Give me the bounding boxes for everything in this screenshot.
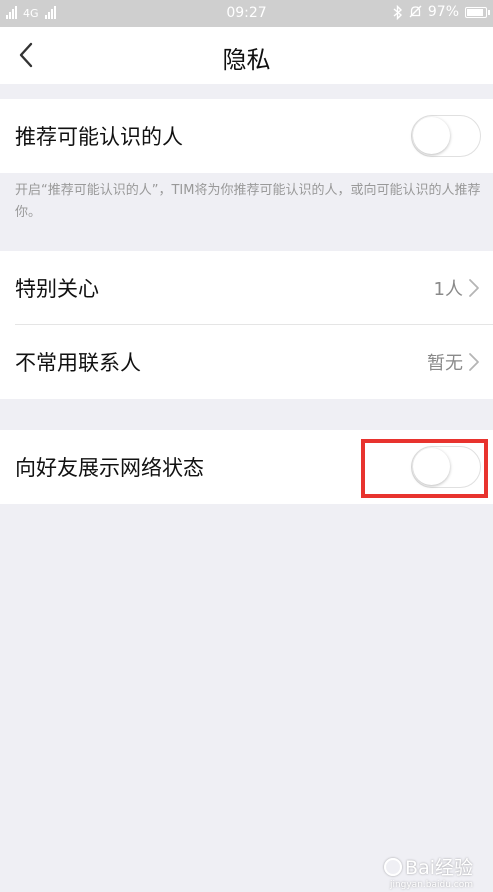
bluetooth-icon	[393, 4, 402, 20]
battery-percent: 97%	[427, 4, 459, 20]
back-button[interactable]	[8, 37, 44, 73]
network-status-group: 向好友展示网络状态	[0, 430, 493, 504]
page-title: 隐私	[222, 46, 271, 74]
contacts-group: 特别关心 1人 不常用联系人 暂无	[0, 251, 493, 399]
recommend-toggle[interactable]	[411, 115, 481, 157]
special-care-label: 特别关心	[15, 277, 99, 301]
nav-bar: 隐私	[0, 27, 493, 84]
chevron-right-icon	[469, 353, 479, 371]
network-status-row: 向好友展示网络状态	[0, 430, 493, 504]
recommend-hint: 开启“推荐可能认识的人”，TIM将为你推荐可能认识的人，或向可能认识的人推荐你。	[15, 183, 481, 220]
chevron-right-icon	[469, 279, 479, 297]
recommend-row: 推荐可能认识的人	[0, 99, 493, 173]
recommend-group: 推荐可能认识的人	[0, 99, 493, 173]
network-status-label: 向好友展示网络状态	[15, 456, 204, 480]
network-status-toggle[interactable]	[411, 446, 481, 488]
infrequent-contacts-value: 暂无	[427, 353, 463, 374]
special-care-row[interactable]: 特别关心 1人	[0, 251, 493, 325]
status-bar: 4G 09:27 97%	[0, 0, 493, 27]
status-right: 97%	[393, 4, 490, 20]
watermark-text: Bai经验	[405, 857, 473, 879]
toggle-knob	[413, 117, 450, 154]
chevron-left-icon	[19, 42, 33, 68]
mute-icon	[409, 5, 422, 18]
toggle-knob	[413, 448, 450, 485]
infrequent-contacts-row[interactable]: 不常用联系人 暂无	[0, 325, 493, 399]
battery-icon	[465, 6, 490, 18]
baidu-paw-icon	[384, 857, 403, 876]
watermark-sub: jingyan.baidu.com	[389, 880, 473, 890]
battery-fill	[467, 8, 483, 16]
infrequent-contacts-label: 不常用联系人	[15, 351, 141, 375]
baidu-watermark: Bai经验	[384, 853, 473, 880]
special-care-value: 1人	[433, 279, 463, 300]
recommend-label: 推荐可能认识的人	[15, 125, 183, 149]
